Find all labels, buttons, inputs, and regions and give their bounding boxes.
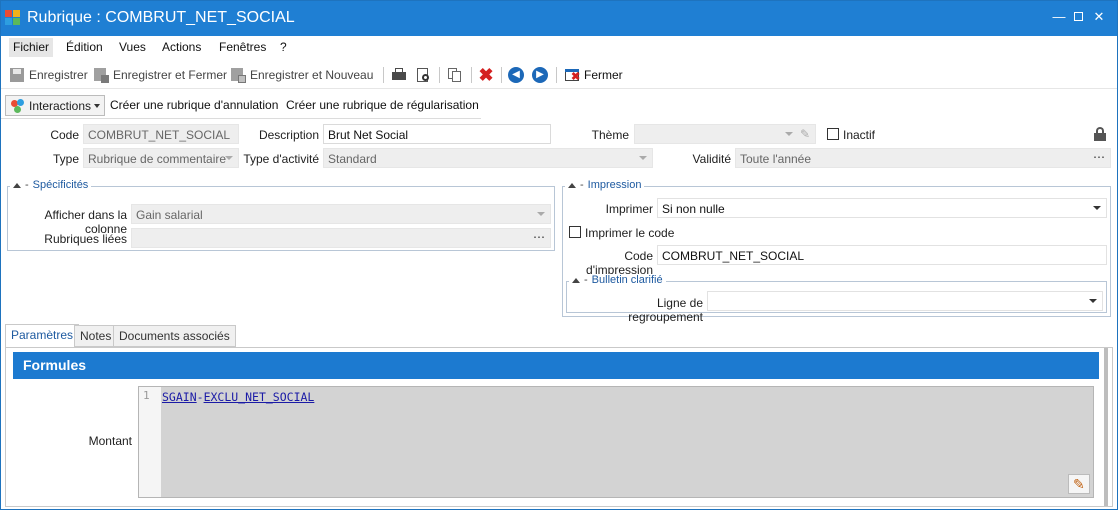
line-number: 1 bbox=[139, 387, 161, 497]
formula-editor[interactable]: 1 SGAIN-EXCLU_NET_SOCIAL ✎ bbox=[138, 386, 1094, 498]
arrow-right-circle-icon: ▶ bbox=[532, 67, 548, 83]
formula-code[interactable]: SGAIN-EXCLU_NET_SOCIAL bbox=[162, 390, 314, 404]
code-field[interactable]: COMBRUT_NET_SOCIAL bbox=[83, 124, 239, 144]
tab-notes[interactable]: Notes bbox=[74, 325, 118, 347]
description-field[interactable]: Brut Net Social bbox=[323, 124, 551, 144]
print-button[interactable] bbox=[391, 65, 407, 85]
inactif-checkbox[interactable] bbox=[827, 128, 839, 140]
delete-button[interactable]: ✖ bbox=[478, 65, 494, 85]
tab-panel: Formules Montant 1 SGAIN-EXCLU_NET_SOCIA… bbox=[5, 347, 1113, 507]
chevron-down-icon bbox=[639, 156, 647, 160]
scrollbar[interactable] bbox=[1104, 348, 1108, 506]
app-icon bbox=[5, 10, 21, 26]
formules-header: Formules bbox=[13, 352, 1099, 379]
toolbar: Enregistrer Enregistrer et Fermer Enregi… bbox=[1, 61, 1117, 89]
montant-label: Montant bbox=[88, 434, 132, 448]
chevron-down-icon bbox=[1093, 206, 1101, 210]
theme-label: Thème bbox=[591, 128, 629, 142]
menu-help[interactable]: ? bbox=[280, 40, 287, 54]
save-close-icon bbox=[93, 67, 109, 83]
arrow-left-circle-icon: ◀ bbox=[508, 67, 524, 83]
interactions-dropdown[interactable]: Interactions bbox=[5, 95, 106, 116]
chevron-down-icon bbox=[537, 212, 545, 216]
menu-vues[interactable]: Vues bbox=[119, 40, 146, 54]
interactions-icon bbox=[10, 98, 26, 114]
delete-icon: ✖ bbox=[478, 65, 494, 85]
collapse-icon bbox=[568, 182, 576, 188]
formula-operator: - bbox=[196, 390, 204, 404]
bulletin-title[interactable]: - Bulletin clarifié bbox=[569, 274, 666, 286]
menu-fichier[interactable]: Fichier bbox=[9, 38, 54, 57]
impression-title[interactable]: - Impression bbox=[565, 179, 645, 191]
activity-label: Type d'activité bbox=[243, 152, 319, 166]
window-title: Rubrique : COMBRUT_NET_SOCIAL bbox=[27, 9, 295, 26]
save-button[interactable]: Enregistrer bbox=[9, 65, 88, 85]
title-bar: Rubrique : COMBRUT_NET_SOCIAL — ✕ bbox=[1, 1, 1117, 36]
print-preview-icon bbox=[415, 67, 431, 83]
menu-bar: Fichier Édition Vues Actions Fenêtres ? bbox=[1, 37, 1117, 59]
window: Rubrique : COMBRUT_NET_SOCIAL — ✕ Fichie… bbox=[0, 0, 1118, 510]
chevron-down-icon bbox=[94, 103, 101, 108]
copy-button[interactable] bbox=[447, 65, 463, 85]
print-preview-button[interactable] bbox=[415, 65, 431, 85]
validity-label: Validité bbox=[692, 152, 731, 166]
save-new-icon bbox=[230, 67, 246, 83]
lock-icon bbox=[1094, 127, 1106, 141]
collapse-icon bbox=[13, 182, 21, 188]
menu-fenetres[interactable]: Fenêtres bbox=[219, 40, 266, 54]
formula-token[interactable]: SGAIN bbox=[162, 390, 197, 404]
close-window-icon[interactable]: ✕ bbox=[1091, 9, 1107, 25]
print-code-checkbox[interactable] bbox=[569, 226, 581, 238]
linked-rubrics-label: Rubriques liées bbox=[44, 232, 127, 246]
close-button[interactable]: ✖ Fermer bbox=[564, 65, 623, 85]
chevron-down-icon bbox=[1089, 299, 1097, 303]
create-cancel-rubric-button[interactable]: Créer une rubrique d'annulation bbox=[110, 98, 278, 112]
print-code-field-label: Code d'impression bbox=[586, 249, 653, 277]
save-new-button[interactable]: Enregistrer et Nouveau bbox=[230, 65, 373, 85]
print-code-label: Imprimer le code bbox=[585, 226, 675, 240]
ellipsis-icon[interactable]: ⋯ bbox=[533, 230, 545, 244]
linked-rubrics-field[interactable]: ⋯ bbox=[131, 228, 551, 248]
previous-button[interactable]: ◀ bbox=[508, 65, 524, 85]
code-label: Code bbox=[50, 128, 79, 142]
specificites-title[interactable]: - Spécificités bbox=[10, 179, 92, 191]
menu-actions[interactable]: Actions bbox=[162, 40, 201, 54]
copy-icon bbox=[447, 67, 463, 83]
type-label: Type bbox=[52, 152, 79, 166]
save-icon bbox=[9, 67, 25, 83]
description-label: Description bbox=[258, 128, 319, 142]
activity-select[interactable]: Standard bbox=[323, 148, 653, 168]
pencil-icon: ✎ bbox=[799, 127, 810, 141]
close-doc-icon: ✖ bbox=[564, 67, 580, 83]
save-close-button[interactable]: Enregistrer et Fermer bbox=[93, 65, 227, 85]
chevron-down-icon bbox=[225, 156, 233, 160]
column-select[interactable]: Gain salarial bbox=[131, 204, 551, 224]
next-button[interactable]: ▶ bbox=[532, 65, 548, 85]
tab-parametres[interactable]: Paramètres bbox=[5, 324, 80, 348]
print-icon bbox=[391, 67, 407, 83]
create-regul-rubric-button[interactable]: Créer une rubrique de régularisation bbox=[286, 98, 479, 112]
collapse-icon bbox=[572, 277, 580, 283]
chevron-down-icon bbox=[785, 132, 793, 136]
minimize-icon[interactable]: — bbox=[1051, 9, 1067, 25]
ellipsis-icon[interactable]: ⋯ bbox=[1093, 150, 1105, 164]
inactif-label: Inactif bbox=[843, 128, 876, 142]
validity-field[interactable]: Toute l'année ⋯ bbox=[735, 148, 1111, 168]
group-line-select[interactable] bbox=[707, 291, 1103, 311]
type-select[interactable]: Rubrique de commentaire bbox=[83, 148, 239, 168]
tab-documents[interactable]: Documents associés bbox=[113, 325, 236, 347]
group-line-label: Ligne de regroupement bbox=[628, 296, 703, 324]
maximize-icon[interactable] bbox=[1070, 9, 1086, 25]
theme-select[interactable]: ✎ bbox=[634, 124, 816, 144]
print-select[interactable]: Si non nulle bbox=[657, 198, 1107, 218]
menu-edition[interactable]: Édition bbox=[66, 40, 103, 54]
print-code-field[interactable]: COMBRUT_NET_SOCIAL bbox=[657, 245, 1107, 265]
pencil-icon: ✎ bbox=[1073, 476, 1085, 492]
actions-bar: Interactions Créer une rubrique d'annula… bbox=[1, 91, 481, 119]
edit-formula-button[interactable]: ✎ bbox=[1068, 474, 1090, 494]
print-label: Imprimer bbox=[605, 202, 653, 216]
formula-token[interactable]: EXCLU_NET_SOCIAL bbox=[204, 390, 315, 404]
